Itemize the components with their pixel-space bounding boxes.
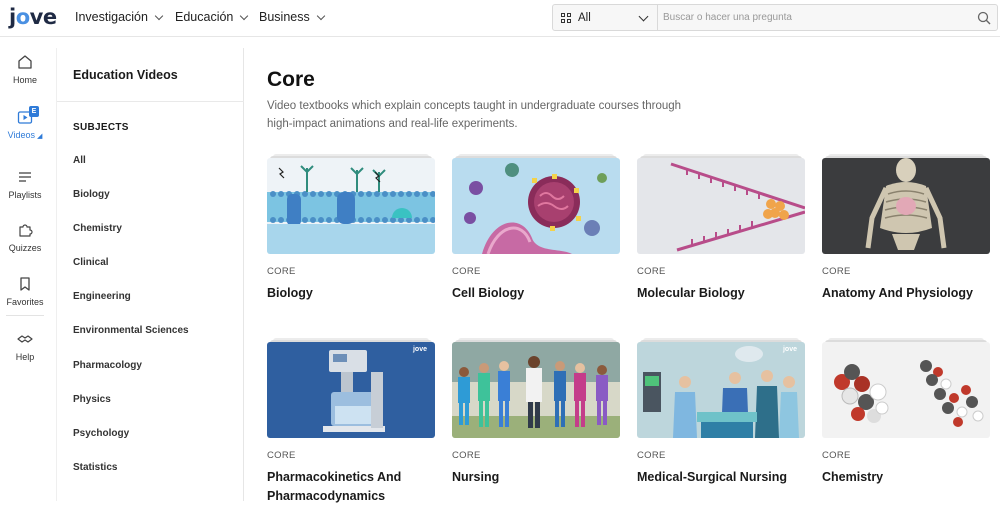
rail-label: Videos [7, 130, 35, 140]
subject-psychology[interactable]: Psychology [73, 428, 129, 439]
card-kicker: CORE [452, 450, 481, 461]
card-title: Anatomy And Physiology [822, 286, 973, 300]
page-title: Core [267, 68, 315, 91]
rail-label: Playlists [8, 190, 42, 200]
nav-label: Educación [175, 10, 234, 24]
nav-label: Business [259, 10, 310, 24]
card-title: Chemistry [822, 470, 884, 484]
rail-item-home[interactable]: Home [0, 53, 50, 85]
subject-chemistry[interactable]: Chemistry [73, 223, 122, 234]
handshake-icon [17, 335, 33, 343]
rail-item-videos[interactable]: E Videos ◢ [0, 106, 50, 140]
rail-label: Help [15, 352, 35, 362]
rail-divider [6, 315, 44, 316]
card-title: Pharmacokinetics And Pharmacodynamics [267, 470, 402, 503]
course-thumbnail: jove [637, 342, 805, 438]
left-rail: Home E Videos ◢ Playlists Quizzes Favorit… [0, 38, 50, 501]
subject-biology[interactable]: Biology [73, 189, 110, 200]
thumbnail-watermark: jove [782, 346, 797, 353]
subject-environmental-sciences[interactable]: Environmental Sciences [73, 325, 189, 336]
nav-business[interactable]: Business [259, 10, 325, 24]
thumbnail-watermark: jove [412, 346, 427, 353]
chevron-down-icon [240, 11, 249, 20]
search-scope-value: All [578, 11, 591, 24]
card-kicker: CORE [637, 450, 666, 461]
subject-all[interactable]: All [73, 155, 86, 166]
sidebar-title: Education Videos [73, 68, 178, 82]
card-title: Cell Biology [452, 286, 525, 300]
rail-item-help[interactable]: Help [0, 330, 50, 362]
card-title: Nursing [452, 470, 500, 484]
card-title: Medical-Surgical Nursing [637, 470, 788, 484]
rail-label: Quizzes [8, 243, 42, 253]
rail-item-playlists[interactable]: Playlists [0, 168, 50, 200]
subjects-sidebar: Education Videos SUBJECTS All Biology Ch… [56, 48, 244, 501]
course-thumbnail [452, 342, 620, 438]
main-content: Core Video textbooks which explain conce… [244, 48, 1000, 503]
card-kicker: CORE [452, 266, 481, 277]
rail-item-quizzes[interactable]: Quizzes [0, 221, 50, 253]
home-icon [18, 55, 32, 69]
course-thumbnail [452, 158, 620, 254]
nav-label: Investigación [75, 10, 148, 24]
course-thumbnail [637, 158, 805, 254]
card-kicker: CORE [267, 450, 296, 461]
subject-pharmacology[interactable]: Pharmacology [73, 360, 142, 371]
page-description: Video textbooks which explain concepts t… [267, 100, 682, 130]
subject-physics[interactable]: Physics [73, 394, 111, 405]
caret-up-icon: ◢ [36, 133, 43, 140]
card-kicker: CORE [822, 266, 851, 277]
playlist-icon [19, 172, 31, 182]
rail-label: Favorites [6, 297, 44, 307]
rail-item-favorites[interactable]: Favorites [0, 275, 50, 307]
card-kicker: CORE [822, 450, 851, 461]
nav-educacion[interactable]: Educación [175, 10, 249, 24]
card-kicker: CORE [637, 266, 666, 277]
course-thumbnail: jove [267, 342, 435, 438]
subject-clinical[interactable]: Clinical [73, 257, 109, 268]
course-thumbnail [822, 342, 990, 438]
rail-label: Home [12, 75, 37, 85]
sidebar-divider [57, 101, 244, 102]
card-kicker: CORE [267, 266, 296, 277]
subject-statistics[interactable]: Statistics [73, 462, 117, 473]
course-thumbnail [822, 158, 990, 254]
chevron-down-icon [638, 11, 649, 22]
jove-logo[interactable]: jove [9, 5, 57, 29]
search-bar: All [552, 4, 998, 31]
chevron-down-icon [316, 11, 325, 20]
top-bar: jove Investigación Educación Business Al… [0, 0, 1000, 37]
puzzle-icon [19, 224, 33, 237]
grid-icon [561, 12, 571, 23]
card-title: Molecular Biology [637, 286, 745, 300]
nav-investigacion[interactable]: Investigación [75, 10, 164, 24]
subject-engineering[interactable]: Engineering [73, 291, 131, 302]
card-title: Biology [267, 286, 313, 300]
subjects-heading: SUBJECTS [73, 122, 129, 133]
bookmark-icon [20, 277, 30, 291]
rail-badge: E [29, 106, 39, 117]
search-input[interactable] [663, 9, 963, 26]
search-scope-select[interactable]: All [553, 5, 658, 30]
search-icon[interactable] [977, 11, 991, 30]
chevron-down-icon [154, 11, 164, 20]
course-thumbnail [267, 158, 435, 254]
